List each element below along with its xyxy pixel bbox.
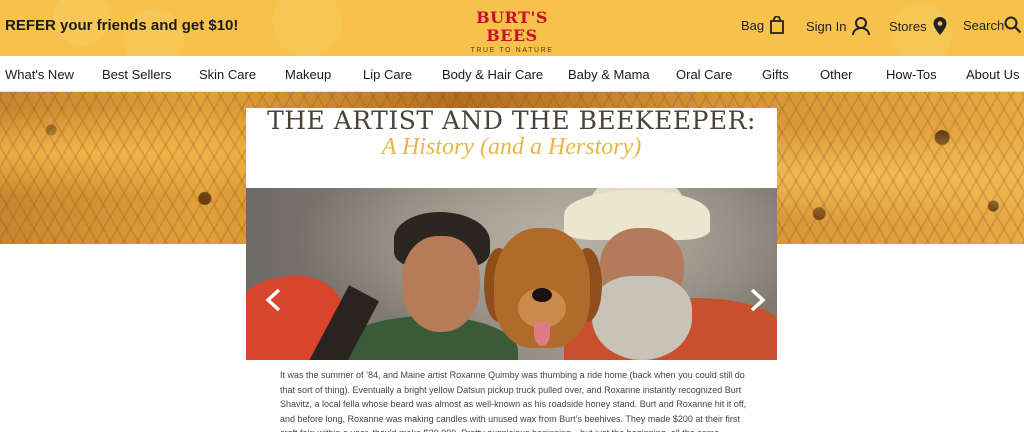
promo-header: REFER your friends and get $10! BURT'S B… <box>0 0 1024 56</box>
nav-item-best-sellers[interactable]: Best Sellers <box>102 67 171 82</box>
search-label: Search <box>963 17 1005 33</box>
nav-item-body-hair-care[interactable]: Body & Hair Care <box>442 67 543 82</box>
nav-item-baby-mama[interactable]: Baby & Mama <box>568 67 650 82</box>
bag-button[interactable]: Bag <box>741 16 785 34</box>
brand-logo-name: BURT'S BEES <box>476 8 548 45</box>
nav-item-other[interactable]: Other <box>820 67 853 82</box>
location-pin-icon <box>933 17 947 35</box>
nav-item-makeup[interactable]: Makeup <box>285 67 331 82</box>
brand-logo[interactable]: BURT'S BEES TRUE TO NATURE <box>456 8 568 55</box>
article-subtitle: A History (and a Herstory) <box>381 134 642 160</box>
refer-promo-link[interactable]: REFER your friends and get $10! <box>5 17 238 34</box>
sign-in-label: Sign In <box>806 18 847 34</box>
nav-item-about-us[interactable]: About Us <box>966 67 1019 82</box>
sign-in-button[interactable]: Sign In <box>806 16 871 36</box>
bag-icon <box>770 16 785 34</box>
article-title: THE ARTIST AND THE BEEKEEPER: <box>267 106 756 135</box>
nav-item-how-tos[interactable]: How-Tos <box>886 67 937 82</box>
carousel-next-arrow-icon[interactable] <box>747 288 767 312</box>
search-button[interactable]: Search <box>963 16 1024 34</box>
brand-logo-tagline: TRUE TO NATURE <box>470 47 554 54</box>
nav-item-skin-care[interactable]: Skin Care <box>199 67 256 82</box>
photo-dog-nose <box>532 288 552 302</box>
nav-item-lip-care[interactable]: Lip Care <box>363 67 412 82</box>
user-icon <box>852 17 871 36</box>
photo-carousel[interactable] <box>246 188 777 360</box>
stores-label: Stores <box>889 18 927 34</box>
photo-dog-tongue <box>534 322 550 346</box>
photo-woman-face <box>402 236 480 332</box>
nav-item-gifts[interactable]: Gifts <box>762 67 789 82</box>
stores-button[interactable]: Stores <box>889 16 948 36</box>
nav-item-whats-new[interactable]: What's New <box>5 67 74 82</box>
nav-item-oral-care[interactable]: Oral Care <box>676 67 732 82</box>
carousel-prev-arrow-icon[interactable] <box>264 288 284 312</box>
article-card: THE ARTIST AND THE BEEKEEPER: A History … <box>246 108 777 432</box>
bag-label: Bag <box>741 17 765 33</box>
search-icon <box>1004 16 1022 34</box>
main-nav: What's New Best Sellers Skin Care Makeup… <box>0 56 1024 92</box>
photo-man-beard <box>592 276 692 360</box>
article-body-text: It was the summer of ’84, and Maine arti… <box>280 370 747 432</box>
